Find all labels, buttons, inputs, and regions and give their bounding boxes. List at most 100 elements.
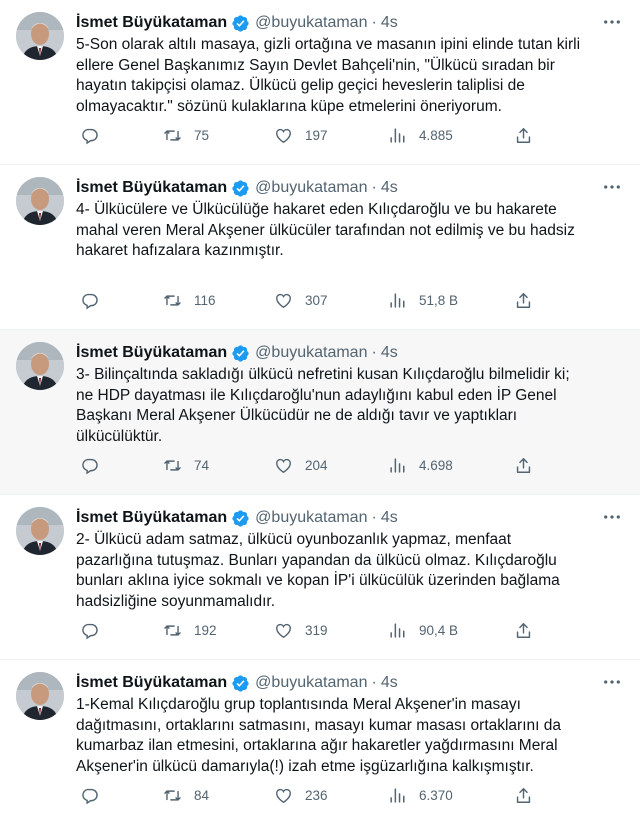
tweet-text-line: ne HDP dayatması ile Kılıçdaroğlu'nun ad… xyxy=(76,386,557,404)
avatar[interactable] xyxy=(16,12,64,60)
views-button[interactable]: 4.885 xyxy=(388,124,453,146)
author-name[interactable]: İsmet Büyükataman xyxy=(76,674,227,692)
retweet-button[interactable]: 75 xyxy=(163,124,209,146)
share-button[interactable] xyxy=(514,289,533,311)
like-button[interactable]: 236 xyxy=(274,784,328,806)
views-button[interactable]: 51,8 B xyxy=(388,289,458,311)
like-count: 319 xyxy=(305,622,328,638)
like-button[interactable]: 319 xyxy=(274,619,328,641)
tweet-text-line: Akşener'in ülkücü damarıyla(!) izah etme… xyxy=(76,757,534,775)
retweet-count: 75 xyxy=(194,127,210,143)
reply-button[interactable] xyxy=(80,289,99,311)
views-count: 4.698 xyxy=(419,457,453,473)
tweet-actions: 74 204 4.698 xyxy=(74,454,534,476)
tweet-time[interactable]: 4s xyxy=(381,344,398,362)
share-button[interactable] xyxy=(514,124,533,146)
author-name[interactable]: İsmet Büyükataman xyxy=(76,509,227,527)
more-icon[interactable] xyxy=(602,179,622,195)
like-button[interactable]: 307 xyxy=(274,289,328,311)
reply-button[interactable] xyxy=(80,454,99,476)
tweet-text-line: hadsizliğine soyunmamalıdır. xyxy=(76,592,276,610)
avatar[interactable] xyxy=(16,672,64,720)
author-name[interactable]: İsmet Büyükataman xyxy=(76,14,227,32)
separator-dot: · xyxy=(371,14,377,31)
tweet-text-line: pazarlığına tutuşmaz. Bunları yapandan d… xyxy=(76,551,557,569)
tweet-actions: 75 197 4.885 xyxy=(74,124,534,146)
tweet-actions: 84 236 6.370 xyxy=(74,784,534,806)
reply-icon xyxy=(82,458,98,474)
author-handle[interactable]: @buyukataman xyxy=(255,674,367,692)
views-button[interactable]: 90,4 B xyxy=(388,619,458,641)
share-icon xyxy=(516,127,531,143)
tweet-time[interactable]: 4s xyxy=(381,509,398,527)
tweet-text-line: 3- Bilinçaltında sakladığı ülkücü nefret… xyxy=(76,366,570,383)
separator-dot: · xyxy=(371,179,377,196)
more-icon[interactable] xyxy=(602,509,622,525)
author-name[interactable]: İsmet Büyükataman xyxy=(76,344,227,362)
tweet[interactable]: İsmet Büyükataman @buyukataman · 4s 2- Ü… xyxy=(0,495,640,660)
tweet-time[interactable]: 4s xyxy=(381,674,398,692)
tweet-text-line: olmayacaktır." sözünü kulaklarına küpe e… xyxy=(76,97,502,115)
tweet[interactable]: İsmet Büyükataman @buyukataman · 4s 4- Ü… xyxy=(0,165,640,330)
tweet-time[interactable]: 4s xyxy=(381,14,398,32)
views-icon xyxy=(390,127,405,143)
tweet-text-line: ülkücülüktür. xyxy=(76,427,163,445)
retweet-count: 116 xyxy=(194,292,216,308)
views-icon xyxy=(390,457,405,473)
verified-badge-icon xyxy=(231,14,250,33)
share-button[interactable] xyxy=(514,454,533,476)
more-icon[interactable] xyxy=(602,674,622,690)
retweet-count: 84 xyxy=(194,787,210,803)
like-button[interactable]: 204 xyxy=(274,454,328,476)
views-button[interactable]: 4.698 xyxy=(388,454,453,476)
tweet-actions: 192 319 90,4 B xyxy=(74,619,534,641)
tweet-text-line: ellere Genel Başkanımız Sayın Devlet Bah… xyxy=(76,56,555,74)
separator-dot: · xyxy=(371,509,377,526)
avatar[interactable] xyxy=(16,177,64,225)
tweet-actions: 116 307 51,8 B xyxy=(74,289,534,311)
author-handle[interactable]: @buyukataman xyxy=(255,344,367,362)
verified-badge-icon xyxy=(231,674,250,693)
views-button[interactable]: 6.370 xyxy=(388,784,453,806)
like-count: 236 xyxy=(305,787,328,803)
tweet-text-line: mahal veren Meral Akşener ülkücüler tara… xyxy=(76,221,575,239)
avatar[interactable] xyxy=(16,342,64,390)
reply-button[interactable] xyxy=(80,619,99,641)
author-handle[interactable]: @buyukataman xyxy=(255,509,367,527)
more-icon[interactable] xyxy=(602,14,622,30)
reply-button[interactable] xyxy=(80,784,99,806)
author-handle[interactable]: @buyukataman xyxy=(255,14,367,32)
like-button[interactable]: 197 xyxy=(274,124,328,146)
verified-badge-icon xyxy=(231,344,250,363)
tweet-text-line: dağıtmasını, ortaklarını satmasını, masa… xyxy=(76,716,561,734)
tweet-time[interactable]: 4s xyxy=(381,179,398,197)
tweet[interactable]: İsmet Büyükataman @buyukataman · 4s 1-Ke… xyxy=(0,660,640,831)
retweet-icon xyxy=(164,459,181,471)
share-button[interactable] xyxy=(514,619,533,641)
tweet-text-line: kumarbaz ilan etmesini, ortaklarına ağır… xyxy=(76,737,558,754)
tweet[interactable]: İsmet Büyükataman @buyukataman · 4s 5-So… xyxy=(0,0,640,165)
reply-button[interactable] xyxy=(80,124,99,146)
tweet-header: İsmet Büyükataman @buyukataman · 4s xyxy=(76,672,624,694)
tweet-text: 1-Kemal Kılıçdaroğlu grup toplantısında … xyxy=(76,695,626,777)
retweet-icon xyxy=(164,129,181,141)
tweet-header: İsmet Büyükataman @buyukataman · 4s xyxy=(76,177,624,199)
retweet-button[interactable]: 84 xyxy=(163,784,209,806)
author-name[interactable]: İsmet Büyükataman xyxy=(76,179,227,197)
retweet-button[interactable]: 192 xyxy=(163,619,217,641)
views-count: 90,4 B xyxy=(419,622,459,638)
reply-icon xyxy=(82,128,98,144)
heart-icon xyxy=(276,458,291,473)
retweet-button[interactable]: 74 xyxy=(163,454,209,476)
tweet-text: 2- Ülkücü adam satmaz, ülkücü oyunbozanl… xyxy=(76,530,626,612)
tweet-text: 4- Ülkücülere ve Ülkücülüğe hakaret eden… xyxy=(76,200,626,262)
avatar[interactable] xyxy=(16,507,64,555)
retweet-button[interactable]: 116 xyxy=(163,289,216,311)
author-handle[interactable]: @buyukataman xyxy=(255,179,367,197)
share-button[interactable] xyxy=(514,784,533,806)
tweet[interactable]: İsmet Büyükataman @buyukataman · 4s 3- B… xyxy=(0,330,640,495)
tweet-text: 3- Bilinçaltında sakladığı ülkücü nefret… xyxy=(76,365,626,447)
retweet-icon xyxy=(164,624,181,636)
views-icon xyxy=(390,622,405,638)
tweet-text-line: hayatın takipçisi olamaz. Ülkücü gelip g… xyxy=(76,77,525,94)
